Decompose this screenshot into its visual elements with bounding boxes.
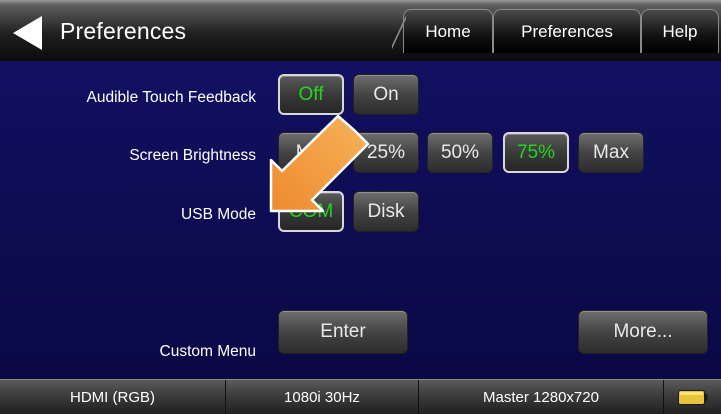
more-button[interactable]: More... bbox=[578, 310, 708, 354]
usb-com-label: COM bbox=[288, 200, 334, 222]
audible-off-button[interactable]: Off bbox=[278, 74, 344, 115]
usb-mode-label: USB Mode bbox=[181, 206, 256, 223]
brightness-75-button[interactable]: 75% bbox=[503, 132, 569, 173]
custom-menu-enter-label: Enter bbox=[320, 321, 366, 342]
custom-menu-enter-button[interactable]: Enter bbox=[278, 310, 408, 354]
tab-preferences[interactable]: Preferences bbox=[493, 9, 641, 53]
audible-on-button[interactable]: On bbox=[353, 74, 419, 115]
back-arrow-icon[interactable] bbox=[12, 15, 44, 51]
audible-off-button-label: Off bbox=[298, 83, 324, 105]
brightness-max-label: Max bbox=[593, 141, 629, 163]
screen-brightness-label: Screen Brightness bbox=[129, 147, 256, 164]
top-bar: Preferences Home Preferences Help bbox=[0, 0, 721, 61]
usb-disk-button[interactable]: Disk bbox=[353, 191, 419, 232]
page-title: Preferences bbox=[60, 18, 187, 44]
usb-com-button[interactable]: COM bbox=[278, 191, 344, 232]
brightness-max-button[interactable]: Max bbox=[578, 132, 644, 173]
tab-help[interactable]: Help bbox=[641, 9, 719, 53]
status-resolution: 1080i 30Hz bbox=[226, 380, 419, 414]
brightness-50-label: 50% bbox=[440, 141, 480, 163]
brightness-75-label: 75% bbox=[516, 141, 556, 163]
status-video-format: HDMI (RGB) bbox=[0, 380, 226, 414]
audible-touch-feedback-label: Audible Touch Feedback bbox=[86, 89, 256, 106]
brightness-min-button[interactable]: Min bbox=[278, 132, 344, 173]
tab-home[interactable]: Home bbox=[392, 9, 493, 54]
brightness-50-button[interactable]: 50% bbox=[427, 132, 493, 173]
brightness-min-label: Min bbox=[295, 141, 327, 163]
custom-menu-label: Custom Menu bbox=[159, 343, 256, 360]
status-bar: HDMI (RGB) 1080i 30Hz Master 1280x720 bbox=[0, 379, 721, 414]
usb-disk-label: Disk bbox=[367, 200, 405, 222]
audible-on-button-label: On bbox=[373, 83, 399, 105]
battery-icon bbox=[678, 390, 708, 405]
brightness-25-button[interactable]: 25% bbox=[353, 132, 419, 173]
more-button-label: More... bbox=[613, 321, 673, 342]
status-timing: Master 1280x720 bbox=[419, 380, 664, 414]
preferences-screen: Preferences Home Preferences Help Audibl… bbox=[0, 0, 721, 414]
brightness-25-label: 25% bbox=[366, 141, 406, 163]
